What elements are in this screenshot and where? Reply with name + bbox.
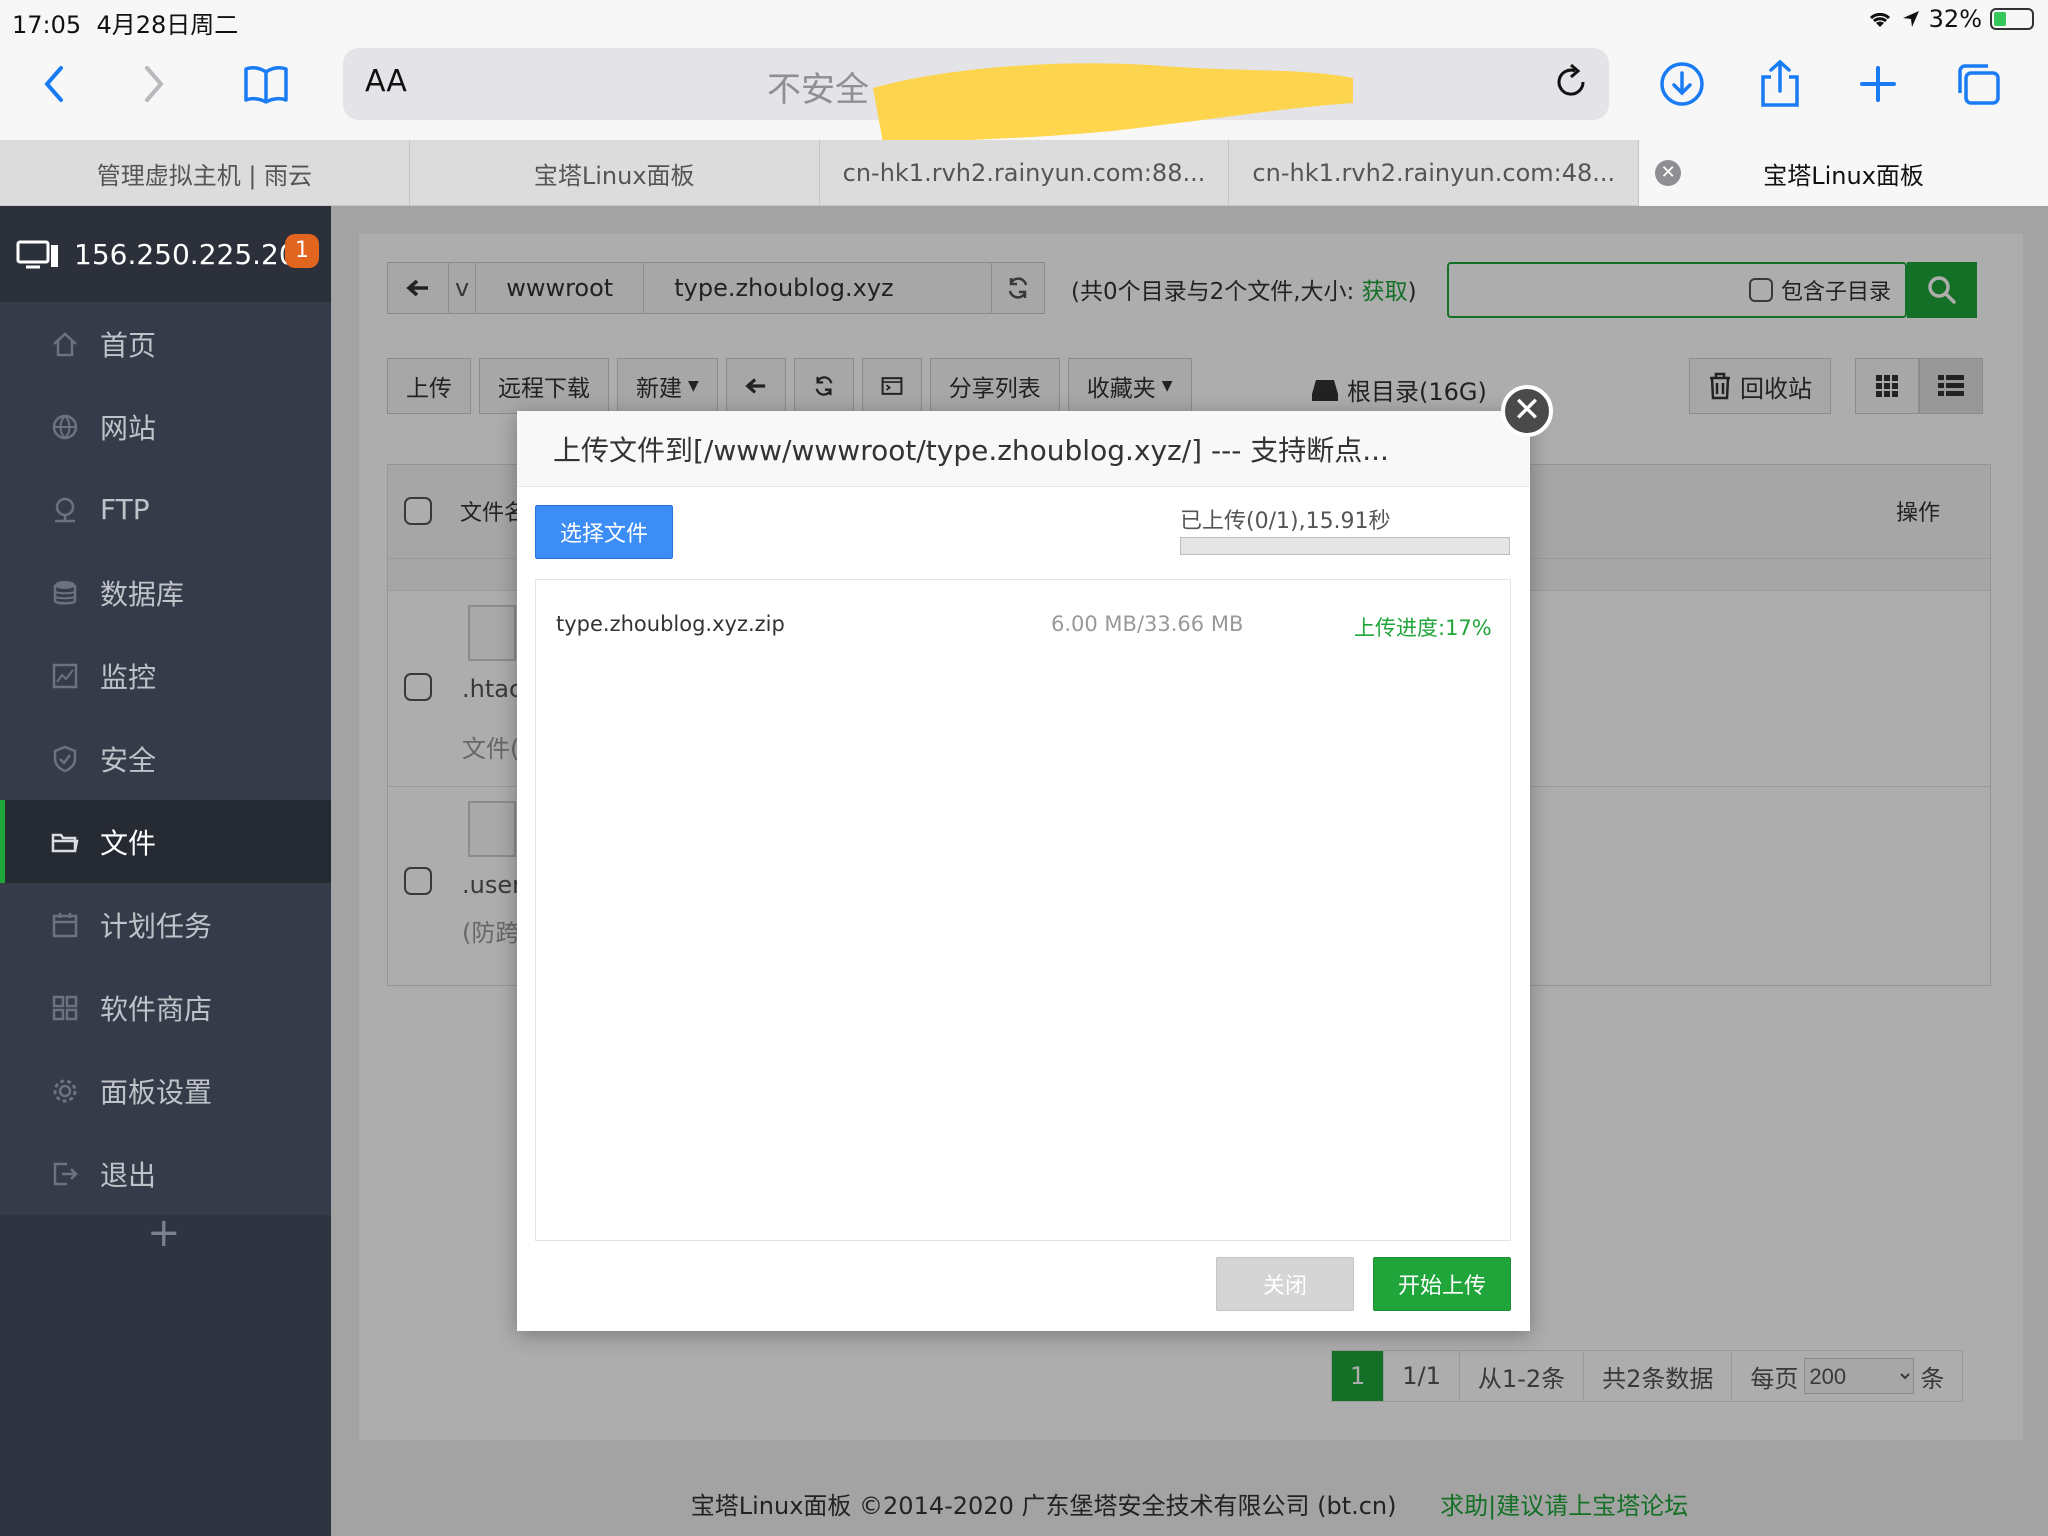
book-icon: [244, 66, 288, 104]
sidebar-item-monitor[interactable]: 监控: [0, 634, 331, 717]
overall-progress-bar: [1180, 537, 1510, 555]
status-time: 17:05 4月28日周二: [12, 11, 239, 39]
calendar-icon: [50, 910, 80, 940]
sidebar-item-ftp[interactable]: FTP: [0, 468, 331, 551]
globe-icon: [50, 412, 80, 442]
wifi-icon: [1869, 12, 1890, 27]
dialog-close-icon[interactable]: ✕: [1501, 385, 1553, 437]
share-icon: [1761, 59, 1799, 107]
status-bar: 17:05 4月28日周二 32%: [0, 0, 2048, 40]
panel-sidebar: 156.250.225.204 1 首页 网站 FTP 数据库 监控 安全 文件…: [0, 206, 331, 1536]
home-icon: [50, 329, 80, 359]
database-icon: [50, 578, 80, 608]
sidebar-item-website[interactable]: 网站: [0, 385, 331, 468]
browser-tab-1[interactable]: 管理虚拟主机 | 雨云: [0, 140, 410, 206]
reload-icon[interactable]: [1551, 62, 1591, 102]
battery-percent: 32%: [1928, 5, 1982, 33]
address-bar[interactable]: AA 不安全: [343, 48, 1609, 143]
sidebar-item-home[interactable]: 首页: [0, 302, 331, 385]
browser-tab-bar: 管理虚拟主机 | 雨云 宝塔Linux面板 cn-hk1.rvh2.rainyu…: [0, 140, 2048, 206]
server-header[interactable]: 156.250.225.204 1: [0, 206, 331, 302]
ftp-icon: [50, 495, 80, 525]
browser-toolbar: AA 不安全: [0, 40, 2048, 143]
upload-status: 已上传(0/1),15.91秒: [1180, 509, 1391, 534]
tabs-icon: [1958, 64, 2000, 105]
monitor-icon: [50, 661, 80, 691]
add-server-button[interactable]: +: [147, 1210, 181, 1256]
gear-icon: [50, 1076, 80, 1106]
upload-dialog: 上传文件到[/www/wwwroot/type.zhoublog.xyz/] -…: [517, 411, 1530, 1331]
browser-tab-3[interactable]: cn-hk1.rvh2.rainyun.com:88...: [820, 140, 1230, 206]
sidebar-menu: 首页 网站 FTP 数据库 监控 安全 文件 计划任务 软件商店 面板设置 退出: [0, 302, 331, 1215]
folder-icon: [50, 827, 80, 857]
new-tab-button[interactable]: [1846, 52, 1910, 116]
computer-icon: [16, 240, 58, 269]
downloads-button[interactable]: [1650, 52, 1714, 116]
close-button[interactable]: 关闭: [1216, 1257, 1354, 1311]
close-tab-icon[interactable]: ✕: [1655, 160, 1682, 186]
plus-icon: [1860, 66, 1896, 102]
browser-tab-4[interactable]: cn-hk1.rvh2.rainyun.com:48...: [1229, 140, 1640, 206]
sidebar-item-logout[interactable]: 退出: [0, 1132, 331, 1215]
choose-file-button[interactable]: 选择文件: [535, 505, 673, 559]
browser-tab-2[interactable]: 宝塔Linux面板: [410, 140, 820, 206]
sidebar-item-store[interactable]: 软件商店: [0, 966, 331, 1049]
sidebar-item-settings[interactable]: 面板设置: [0, 1049, 331, 1132]
redaction-scribble: [873, 63, 1353, 143]
chevron-left-icon: [44, 66, 63, 102]
forward-button[interactable]: [122, 52, 186, 116]
security-label: 不安全: [767, 70, 869, 110]
logout-icon: [50, 1159, 80, 1189]
location-icon: [1902, 11, 1919, 27]
upload-file-size: 6.00 MB/33.66 MB: [1051, 612, 1244, 636]
upload-file-list: type.zhoublog.xyz.zip 6.00 MB/33.66 MB 上…: [535, 579, 1511, 1241]
bookmarks-button[interactable]: [234, 52, 298, 116]
back-button[interactable]: [22, 52, 86, 116]
dialog-title: 上传文件到[/www/wwwroot/type.zhoublog.xyz/] -…: [517, 411, 1530, 487]
text-size-button[interactable]: AA: [365, 64, 407, 99]
apps-icon: [50, 993, 80, 1023]
start-upload-button[interactable]: 开始上传: [1373, 1257, 1511, 1311]
download-icon: [1660, 62, 1704, 106]
sidebar-item-files[interactable]: 文件: [0, 800, 331, 883]
sidebar-item-cron[interactable]: 计划任务: [0, 883, 331, 966]
chevron-right-icon: [145, 66, 164, 102]
upload-file-progress: 上传进度:17%: [1354, 616, 1492, 640]
tabs-overview-button[interactable]: [1946, 52, 2010, 116]
battery-fill: [1994, 12, 2006, 26]
status-right: 32%: [1867, 5, 2034, 33]
browser-tab-5-active[interactable]: ✕ 宝塔Linux面板: [1639, 140, 2048, 206]
sidebar-item-security[interactable]: 安全: [0, 717, 331, 800]
server-ip: 156.250.225.204: [74, 237, 315, 271]
battery-icon: [1990, 8, 2034, 30]
shield-icon: [50, 744, 80, 774]
upload-file-name: type.zhoublog.xyz.zip: [556, 612, 785, 636]
notification-badge[interactable]: 1: [285, 234, 319, 268]
sidebar-item-database[interactable]: 数据库: [0, 551, 331, 634]
share-button[interactable]: [1748, 52, 1812, 116]
